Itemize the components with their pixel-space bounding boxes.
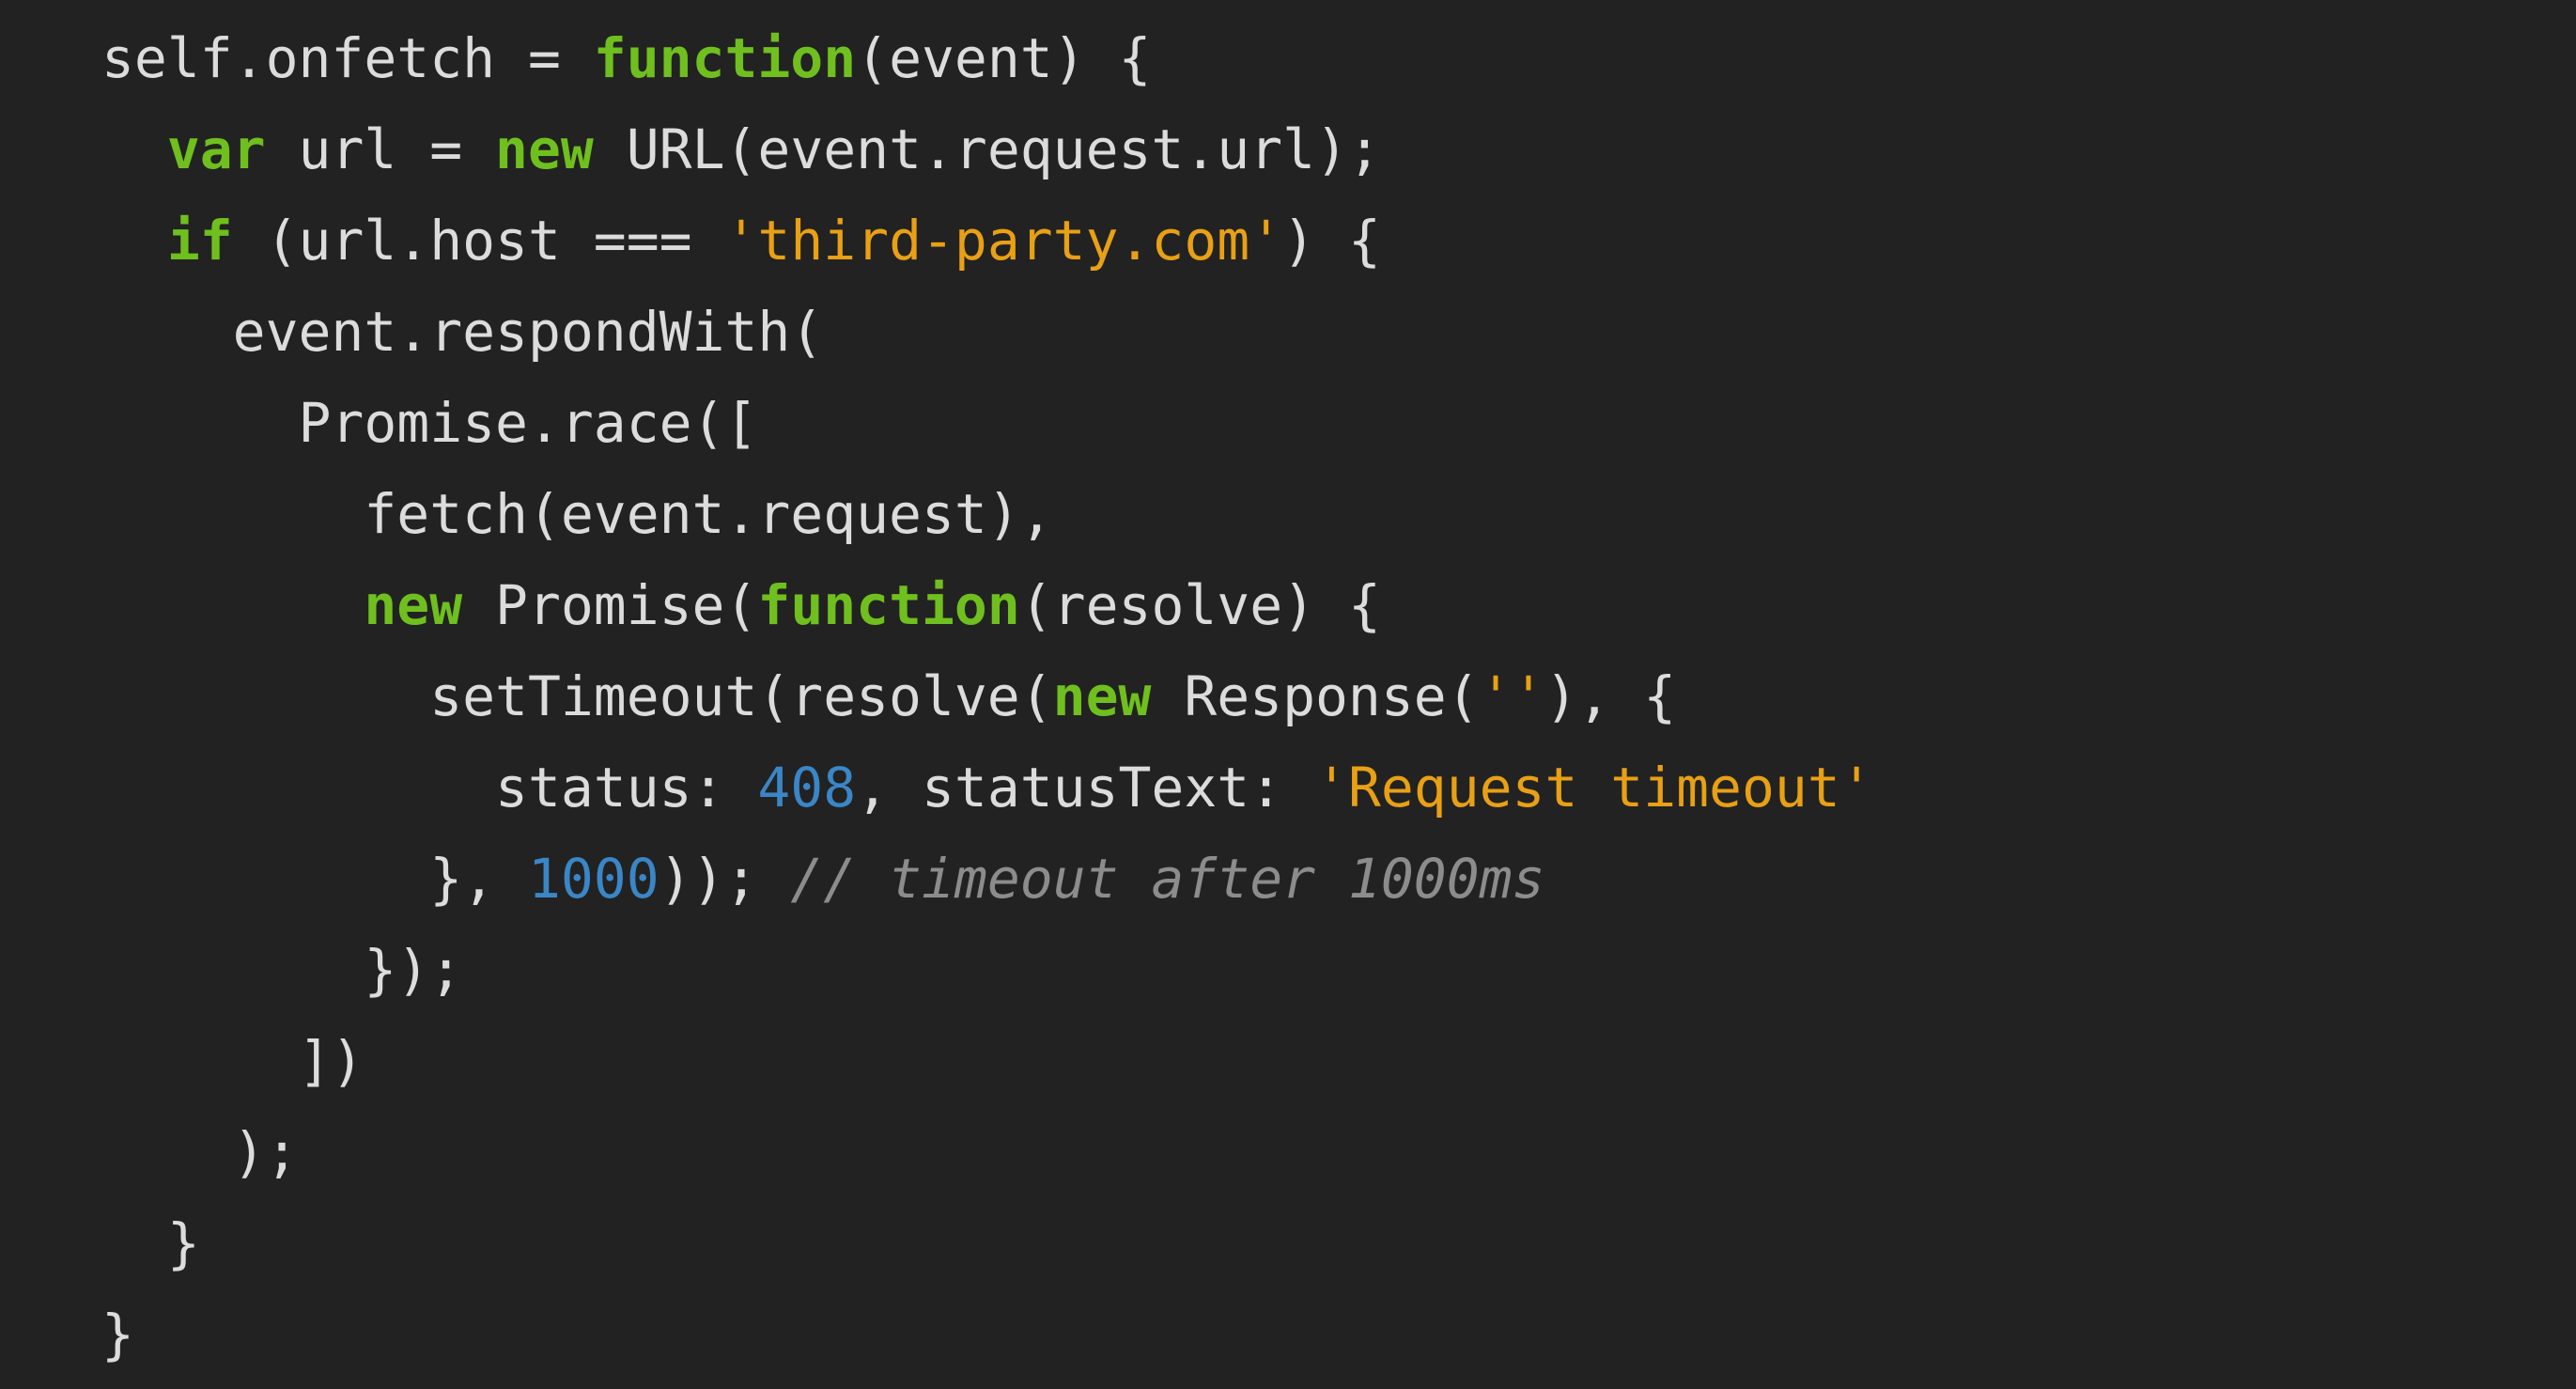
code-line: if (url.host === 'third-party.com') { [101,195,1873,287]
code-line: fetch(event.request), [101,469,1873,560]
string-token: 'third-party.com' [724,209,1283,273]
code-text: ); [101,1120,299,1184]
code-text: url = [265,117,496,181]
keyword-token: new [1052,664,1152,728]
string-token: '' [1479,664,1545,728]
code-line: event.respondWith( [101,287,1873,378]
code-text: }); [101,938,463,1002]
code-text: event.respondWith( [101,300,824,364]
code-editor: self.onfetch = function(event) { var url… [0,0,2576,1389]
number-token: 408 [757,756,857,819]
code-text: self.onfetch = [101,26,594,90]
code-text: Promise( [462,573,758,637]
code-text: )); [659,847,791,911]
code-line: setTimeout(resolve(new Response(''), { [101,651,1873,742]
code-text: (url.host === [232,209,725,273]
code-text: status: [101,756,758,819]
code-text: fetch(event.request), [101,482,1053,546]
code-text: URL(event.request.url); [593,117,1381,181]
keyword-token: function [593,26,857,90]
code-text: (event) { [856,26,1152,90]
code-text: }, [101,847,528,911]
code-line: ]) [101,1016,1873,1107]
code-text: setTimeout(resolve( [101,664,1053,728]
keyword-token: if [166,209,233,273]
code-text: } [101,1303,134,1366]
code-text: ), { [1544,664,1677,728]
code-line: }); [101,925,1873,1016]
code-text: Response( [1151,664,1480,728]
code-text: , statusText: [856,756,1316,819]
code-line: status: 408, statusText: 'Request timeou… [101,742,1873,834]
code-block[interactable]: self.onfetch = function(event) { var url… [101,13,1873,1381]
string-token: 'Request timeout' [1315,756,1873,819]
code-text: Promise.race([ [101,391,758,455]
code-text: (resolve) { [1019,573,1381,637]
code-line: Promise.race([ [101,378,1873,469]
keyword-token: new [364,573,463,637]
code-text: } [101,1211,200,1275]
code-line: } [101,1198,1873,1289]
code-text: ) { [1282,209,1381,273]
number-token: 1000 [527,847,660,911]
keyword-token: function [757,573,1020,637]
code-line: } [101,1289,1873,1381]
comment-token: // timeout after 1000ms [790,847,1545,911]
code-line: self.onfetch = function(event) { [101,13,1873,104]
code-line: ); [101,1107,1873,1198]
keyword-token: var [166,117,266,181]
code-text: ]) [101,1029,365,1093]
code-line: new Promise(function(resolve) { [101,560,1873,651]
keyword-token: new [495,117,594,181]
code-line: }, 1000)); // timeout after 1000ms [101,834,1873,925]
code-line: var url = new URL(event.request.url); [101,104,1873,195]
